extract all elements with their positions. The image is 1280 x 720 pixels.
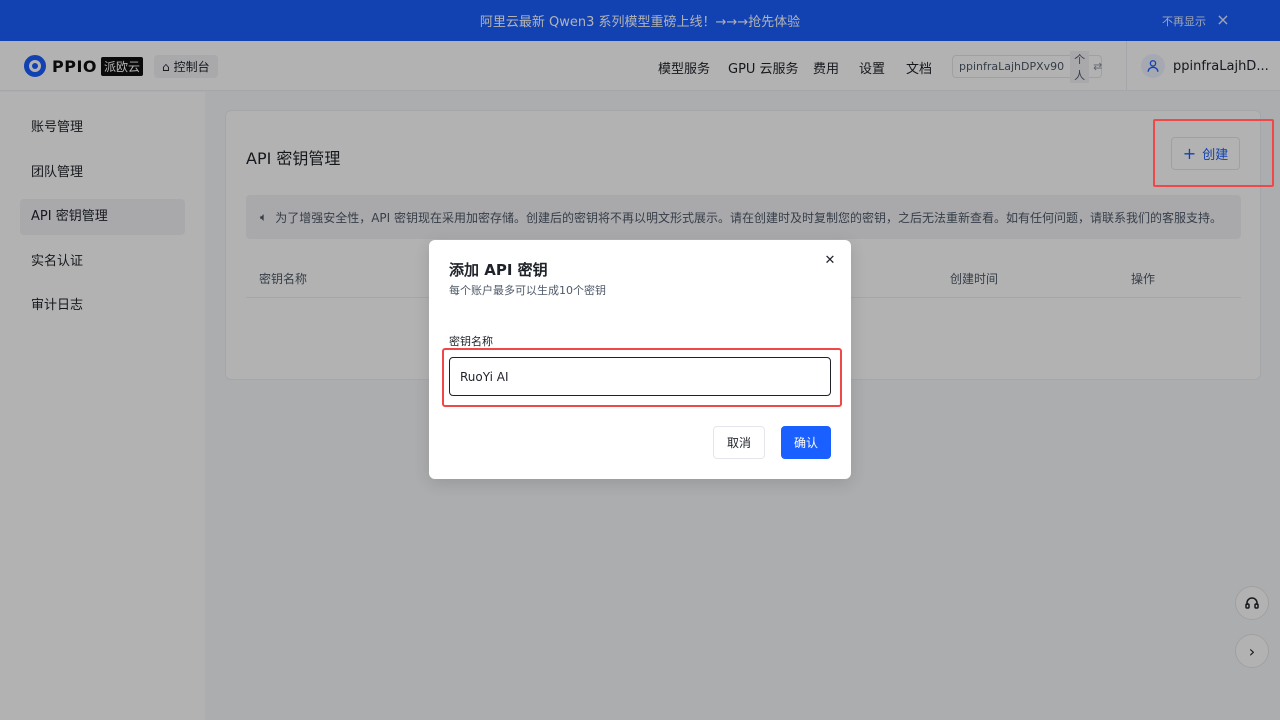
dialog-title: 添加 API 密钥 — [449, 261, 548, 279]
close-icon[interactable]: ✕ — [821, 252, 839, 270]
create-button-highlight — [1153, 119, 1274, 187]
key-name-label: 密钥名称 — [449, 335, 493, 348]
confirm-button[interactable]: 确认 — [781, 426, 831, 459]
input-highlight — [442, 348, 842, 407]
dialog-subtitle: 每个账户最多可以生成10个密钥 — [449, 284, 606, 297]
cancel-button[interactable]: 取消 — [713, 426, 765, 459]
